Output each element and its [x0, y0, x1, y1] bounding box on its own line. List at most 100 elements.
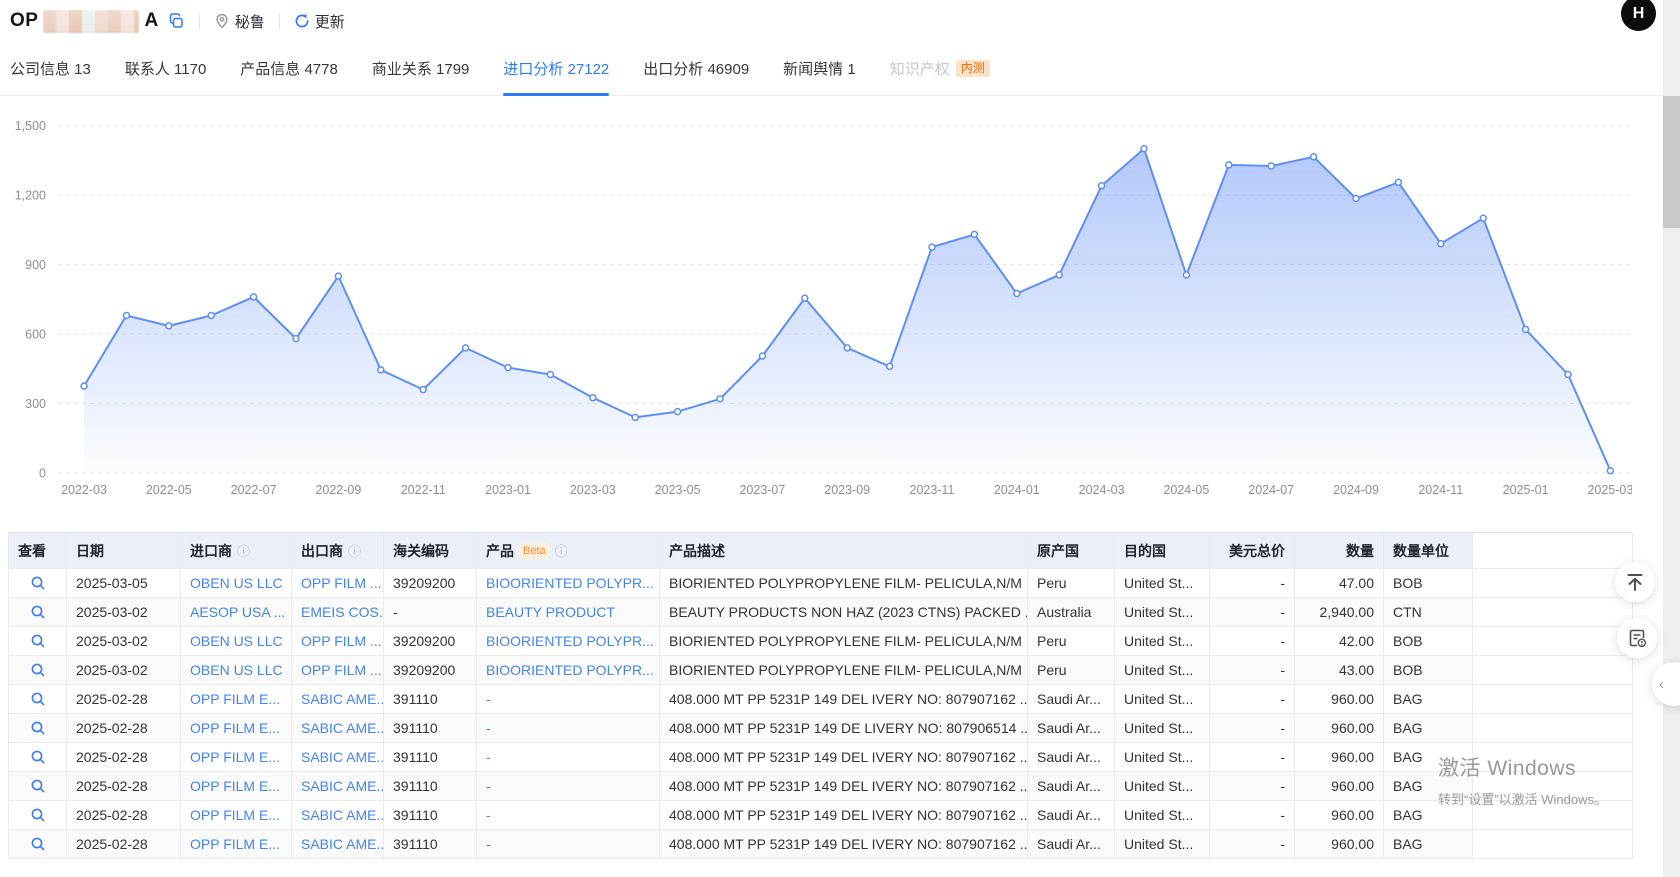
- data-point[interactable]: [759, 353, 765, 359]
- product-link[interactable]: -: [486, 691, 491, 707]
- side-panel-collapse-handle[interactable]: ‹: [1652, 662, 1680, 706]
- tab-business-relations[interactable]: 商业关系 1799: [372, 42, 470, 95]
- copy-icon[interactable]: [168, 13, 185, 30]
- exporter-link[interactable]: SABIC AME...: [301, 836, 384, 852]
- exporter-link[interactable]: EMEIS COS...: [301, 604, 384, 620]
- data-point[interactable]: [166, 323, 172, 329]
- feedback-button[interactable]: [1617, 618, 1657, 658]
- exporter-link[interactable]: OPP FILM ...: [301, 633, 382, 649]
- data-point[interactable]: [1226, 162, 1232, 168]
- view-details-button[interactable]: [18, 720, 57, 736]
- data-point[interactable]: [81, 383, 87, 389]
- product-link[interactable]: BIOORIENTED POLYPR...: [486, 662, 654, 678]
- product-link[interactable]: -: [486, 807, 491, 823]
- importer-link[interactable]: OPP FILM E...: [190, 807, 280, 823]
- data-point[interactable]: [632, 414, 638, 420]
- view-details-button[interactable]: [18, 662, 57, 678]
- data-point[interactable]: [1607, 468, 1613, 474]
- view-details-button[interactable]: [18, 633, 57, 649]
- exporter-link[interactable]: OPP FILM ...: [301, 575, 382, 591]
- importer-link[interactable]: OBEN US LLC: [190, 662, 283, 678]
- importer-link[interactable]: OPP FILM E...: [190, 778, 280, 794]
- avatar[interactable]: H *: [1621, 0, 1656, 31]
- exporter-link[interactable]: SABIC AME...: [301, 691, 384, 707]
- exporter-link[interactable]: OPP FILM ...: [301, 662, 382, 678]
- product-link[interactable]: BIOORIENTED POLYPR...: [486, 575, 654, 591]
- data-point[interactable]: [717, 396, 723, 402]
- scrollbar-thumb[interactable]: [1663, 96, 1680, 228]
- cell-destination-country: United St...: [1115, 598, 1210, 627]
- info-icon[interactable]: ⓘ: [555, 541, 568, 560]
- view-details-button[interactable]: [18, 836, 57, 852]
- data-point[interactable]: [1014, 291, 1020, 297]
- company-location[interactable]: 秘鲁: [214, 11, 265, 32]
- data-point[interactable]: [929, 244, 935, 250]
- data-point[interactable]: [1438, 241, 1444, 247]
- import-trend-chart[interactable]: 03006009001,2001,5002022-032022-052022-0…: [0, 96, 1632, 510]
- data-point[interactable]: [1099, 183, 1105, 189]
- back-to-top-button[interactable]: [1615, 562, 1655, 602]
- data-point[interactable]: [1480, 215, 1486, 221]
- importer-link[interactable]: OBEN US LLC: [190, 633, 283, 649]
- exporter-link[interactable]: SABIC AME...: [301, 720, 384, 736]
- data-point[interactable]: [1565, 372, 1571, 378]
- importer-link[interactable]: OPP FILM E...: [190, 691, 280, 707]
- data-point[interactable]: [335, 273, 341, 279]
- view-details-button[interactable]: [18, 807, 57, 823]
- tab-contacts[interactable]: 联系人 1170: [125, 42, 206, 95]
- importer-link[interactable]: OPP FILM E...: [190, 836, 280, 852]
- data-point[interactable]: [505, 365, 511, 371]
- data-point[interactable]: [463, 345, 469, 351]
- tab-import-analysis[interactable]: 进口分析 27122: [503, 42, 609, 95]
- data-point[interactable]: [844, 345, 850, 351]
- data-point[interactable]: [1268, 163, 1274, 169]
- data-point[interactable]: [293, 336, 299, 342]
- data-point[interactable]: [1183, 272, 1189, 278]
- product-link[interactable]: BEAUTY PRODUCT: [486, 604, 615, 620]
- magnifier-icon: [30, 662, 46, 678]
- data-point[interactable]: [802, 295, 808, 301]
- data-point[interactable]: [1056, 272, 1062, 278]
- importer-link[interactable]: AESOP USA ...: [190, 604, 285, 620]
- importer-link[interactable]: OPP FILM E...: [190, 720, 280, 736]
- tab-intellectual-property[interactable]: 知识产权内测: [890, 42, 990, 95]
- data-point[interactable]: [547, 372, 553, 378]
- product-link[interactable]: -: [486, 749, 491, 765]
- info-icon[interactable]: ⓘ: [237, 541, 250, 560]
- importer-link[interactable]: OBEN US LLC: [190, 575, 283, 591]
- exporter-link[interactable]: SABIC AME...: [301, 749, 384, 765]
- data-point[interactable]: [1141, 146, 1147, 152]
- data-point[interactable]: [887, 363, 893, 369]
- tab-export-analysis[interactable]: 出口分析 46909: [643, 42, 749, 95]
- view-details-button[interactable]: [18, 575, 57, 591]
- update-button[interactable]: 更新: [294, 11, 345, 32]
- data-point[interactable]: [208, 313, 214, 319]
- view-details-button[interactable]: [18, 749, 57, 765]
- data-point[interactable]: [1311, 154, 1317, 160]
- data-point[interactable]: [590, 395, 596, 401]
- exporter-link[interactable]: SABIC AME...: [301, 778, 384, 794]
- importer-link[interactable]: OPP FILM E...: [190, 749, 280, 765]
- tab-news-sentiment[interactable]: 新闻舆情 1: [783, 42, 856, 95]
- info-icon[interactable]: ⓘ: [348, 541, 361, 560]
- view-details-button[interactable]: [18, 691, 57, 707]
- data-point[interactable]: [123, 313, 129, 319]
- exporter-link[interactable]: SABIC AME...: [301, 807, 384, 823]
- data-point[interactable]: [251, 294, 257, 300]
- product-link[interactable]: -: [486, 778, 491, 794]
- product-link[interactable]: -: [486, 836, 491, 852]
- data-point[interactable]: [1523, 326, 1529, 332]
- data-point[interactable]: [1353, 196, 1359, 202]
- tab-company-info[interactable]: 公司信息 13: [10, 42, 91, 95]
- view-details-button[interactable]: [18, 604, 57, 620]
- product-link[interactable]: BIOORIENTED POLYPR...: [486, 633, 654, 649]
- page-scrollbar[interactable]: [1663, 0, 1680, 877]
- tab-product-info[interactable]: 产品信息 4778: [240, 42, 338, 95]
- view-details-button[interactable]: [18, 778, 57, 794]
- data-point[interactable]: [1395, 179, 1401, 185]
- data-point[interactable]: [675, 409, 681, 415]
- data-point[interactable]: [378, 367, 384, 373]
- product-link[interactable]: -: [486, 720, 491, 736]
- data-point[interactable]: [420, 387, 426, 393]
- data-point[interactable]: [971, 231, 977, 237]
